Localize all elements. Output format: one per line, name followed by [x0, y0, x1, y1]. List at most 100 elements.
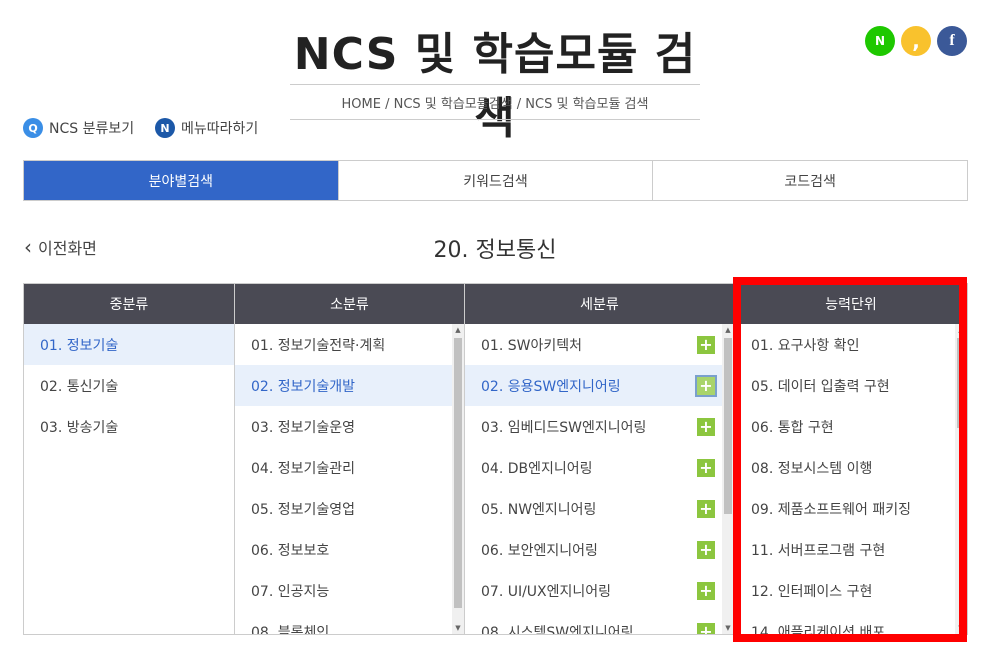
list-item[interactable]: 06. 보안엔지니어링 + — [465, 529, 734, 570]
back-button[interactable]: ‹ 이전화면 — [24, 235, 97, 259]
expand-plus-icon[interactable]: + — [697, 581, 715, 600]
scroll-down-icon[interactable]: ▼ — [955, 622, 967, 634]
list-item[interactable]: 05. NW엔지니어링 + — [465, 488, 734, 529]
list-item[interactable]: 03. 정보기술운영 — [235, 406, 464, 447]
column-detail-header: 세분류 — [465, 284, 734, 324]
scroll-thumb[interactable] — [957, 338, 965, 428]
expand-plus-icon[interactable]: + — [695, 374, 717, 397]
scroll-up-icon[interactable]: ▲ — [452, 324, 464, 336]
section-title: 20. 정보통신 — [433, 238, 557, 263]
tab-keyword-search[interactable]: 키워드검색 — [337, 161, 653, 200]
list-item[interactable]: 02. 통신기술 — [24, 365, 234, 406]
list-item[interactable]: 07. 인공지능 — [235, 570, 464, 611]
list-item-label: 12. 인터페이스 구현 — [751, 583, 873, 600]
list-item[interactable]: 07. UI/UX엔지니어링 + — [465, 570, 734, 611]
column-small-scrollbar[interactable]: ▲ ▼ — [452, 324, 464, 634]
scroll-thumb[interactable] — [724, 338, 732, 514]
column-unit: 능력단위 01. 요구사항 확인 05. 데이터 입출력 구현 06. 통합 구현 0… — [734, 284, 967, 634]
list-item-label: 04. 정보기술관리 — [251, 460, 355, 477]
breadcrumb: HOME / NCS 및 학습모듈검색 / NCS 및 학습모듈 검색 — [341, 97, 649, 112]
list-item[interactable]: 04. 정보기술관리 — [235, 447, 464, 488]
search-icon: Q — [23, 118, 43, 138]
classification-grid: 중분류 01. 정보기술 02. 통신기술 03. 방송기술 소분류 01. 정보기… — [23, 283, 968, 635]
scroll-up-icon[interactable]: ▲ — [722, 324, 734, 336]
list-item-label: 09. 제품소프트웨어 패키징 — [751, 501, 911, 518]
scroll-up-icon[interactable]: ▲ — [955, 324, 967, 336]
list-item-label: 05. 정보기술영업 — [251, 501, 355, 518]
list-item[interactable]: 03. 방송기술 — [24, 406, 234, 447]
column-small: 소분류 01. 정보기술전략·계획 02. 정보기술개발 03. 정보기술운영 04.… — [234, 284, 464, 634]
column-mid: 중분류 01. 정보기술 02. 통신기술 03. 방송기술 — [24, 284, 234, 634]
list-item-label: 05. 데이터 입출력 구현 — [751, 378, 890, 395]
list-item-label: 03. 임베디드SW엔지니어링 — [481, 419, 647, 436]
title-divider — [290, 84, 700, 85]
ncs-tree-link[interactable]: Q NCS 분류보기 — [23, 118, 134, 138]
follow-menu-link[interactable]: N 메뉴따라하기 — [155, 118, 258, 138]
column-detail: 세분류 01. SW아키텍처 +02. 응용SW엔지니어링 +03. 임베디드SW엔… — [464, 284, 734, 634]
column-unit-list: 01. 요구사항 확인 05. 데이터 입출력 구현 06. 통합 구현 08. 정보… — [735, 324, 967, 634]
n-badge-icon: N — [155, 118, 175, 138]
tab-code-search[interactable]: 코드검색 — [652, 161, 967, 200]
list-item[interactable]: 01. 정보기술전략·계획 — [235, 324, 464, 365]
list-item[interactable]: 02. 응용SW엔지니어링 + — [465, 365, 734, 406]
list-item[interactable]: 06. 통합 구현 — [735, 406, 967, 447]
column-small-header: 소분류 — [235, 284, 464, 324]
page-title: NCS 및 학습모듈 검색 — [293, 29, 697, 144]
list-item-label: 01. SW아키텍처 — [481, 337, 582, 354]
breadcrumb-divider — [290, 119, 700, 120]
list-item-label: 08. 시스템SW엔지니어링 — [481, 624, 634, 635]
scroll-thumb[interactable] — [454, 338, 462, 608]
column-mid-header: 중분류 — [24, 284, 234, 324]
list-item[interactable]: 14. 애플리케이션 배포 — [735, 611, 967, 635]
tab-field-search[interactable]: 분야별검색 — [24, 161, 338, 200]
list-item-label: 01. 요구사항 확인 — [751, 337, 860, 354]
column-detail-scrollbar[interactable]: ▲ ▼ — [722, 324, 734, 634]
search-tabs: 분야별검색 키워드검색 코드검색 — [23, 160, 968, 201]
list-item-label: 08. 블록체인 — [251, 624, 330, 635]
list-item-label: 07. 인공지능 — [251, 583, 330, 600]
list-item[interactable]: 08. 정보시스템 이행 — [735, 447, 967, 488]
list-item[interactable]: 02. 정보기술개발 — [235, 365, 464, 406]
column-unit-scrollbar[interactable]: ▲ ▼ — [955, 324, 967, 634]
list-item-label: 03. 방송기술 — [40, 419, 119, 436]
list-item[interactable]: 06. 정보보호 — [235, 529, 464, 570]
naver-share-icon[interactable]: N — [865, 26, 895, 56]
list-item[interactable]: 05. 정보기술영업 — [235, 488, 464, 529]
list-item-label: 05. NW엔지니어링 — [481, 501, 597, 518]
list-item-label: 02. 통신기술 — [40, 378, 119, 395]
scroll-down-icon[interactable]: ▼ — [452, 622, 464, 634]
list-item-label: 06. 정보보호 — [251, 542, 330, 559]
expand-plus-icon[interactable]: + — [697, 458, 715, 477]
list-item[interactable]: 01. 요구사항 확인 — [735, 324, 967, 365]
list-item[interactable]: 01. 정보기술 — [24, 324, 234, 365]
scroll-down-icon[interactable]: ▼ — [722, 622, 734, 634]
list-item-label: 06. 보안엔지니어링 — [481, 542, 598, 559]
list-item[interactable]: 05. 데이터 입출력 구현 — [735, 365, 967, 406]
list-item[interactable]: 08. 시스템SW엔지니어링 + — [465, 611, 734, 634]
list-item-label: 08. 정보시스템 이행 — [751, 460, 873, 477]
list-item[interactable]: 11. 서버프로그램 구현 — [735, 529, 967, 570]
list-item-label: 06. 통합 구현 — [751, 419, 834, 436]
list-item[interactable]: 01. SW아키텍처 + — [465, 324, 734, 365]
list-item-label: 03. 정보기술운영 — [251, 419, 355, 436]
facebook-share-icon[interactable]: f — [937, 26, 967, 56]
list-item[interactable]: 12. 인터페이스 구현 — [735, 570, 967, 611]
list-item-label: 07. UI/UX엔지니어링 — [481, 583, 612, 600]
list-item-label: 11. 서버프로그램 구현 — [751, 542, 886, 559]
expand-plus-icon[interactable]: + — [697, 499, 715, 518]
expand-plus-icon[interactable]: + — [697, 417, 715, 436]
list-item[interactable]: 04. DB엔지니어링 + — [465, 447, 734, 488]
column-detail-list: 01. SW아키텍처 +02. 응용SW엔지니어링 +03. 임베디드SW엔지니어링… — [465, 324, 734, 634]
back-label: 이전화면 — [38, 239, 97, 258]
list-item[interactable]: 08. 블록체인 — [235, 611, 464, 635]
expand-plus-icon[interactable]: + — [697, 335, 715, 354]
expand-plus-icon[interactable]: + — [697, 540, 715, 559]
list-item-label: 01. 정보기술 — [40, 337, 119, 354]
column-small-list: 01. 정보기술전략·계획 02. 정보기술개발 03. 정보기술운영 04. 정보기… — [235, 324, 464, 634]
list-item[interactable]: 09. 제품소프트웨어 패키징 — [735, 488, 967, 529]
follow-menu-label: 메뉴따라하기 — [181, 121, 259, 137]
list-item-label: 01. 정보기술전략·계획 — [251, 337, 386, 354]
list-item[interactable]: 03. 임베디드SW엔지니어링 + — [465, 406, 734, 447]
kakao-share-icon[interactable]: , — [901, 26, 931, 56]
expand-plus-icon[interactable]: + — [697, 622, 715, 634]
